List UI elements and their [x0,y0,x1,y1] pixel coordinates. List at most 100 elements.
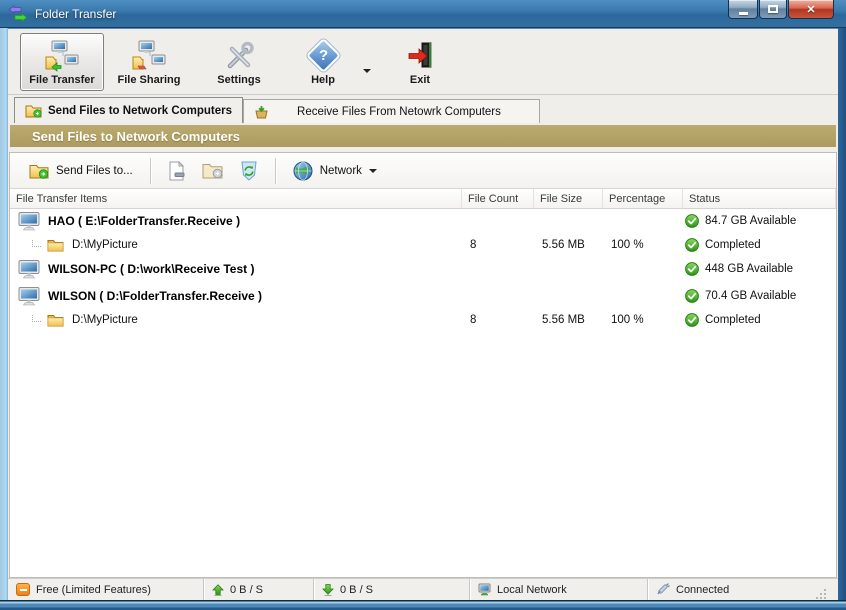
network-status-panel: Local Network [470,579,648,600]
license-badge-icon [16,583,30,596]
send-folder-icon [25,105,42,118]
computer-icon [18,286,40,305]
folder-path: D:\MyPicture [72,239,138,251]
status-bar: Free (Limited Features) 0 B / S 0 B / S [8,578,838,600]
upload-speed-panel: 0 B / S [204,579,314,600]
chevron-down-icon [363,68,371,73]
title-bar: Folder Transfer ✕ [0,0,846,28]
column-header-file-count[interactable]: File Count [462,189,534,208]
minimize-button[interactable] [728,0,758,19]
file-sharing-icon [131,39,167,73]
green-check-icon [685,238,699,252]
toolbar-help-button[interactable]: ? Help [290,33,356,91]
toolbar-label: File Transfer [29,73,95,86]
license-status-panel: Free (Limited Features) [8,579,204,600]
main-toolbar: File Transfer File Sharing Settings ? He… [8,29,838,95]
folder-path: D:\MyPicture [72,314,138,326]
exit-door-icon [405,39,435,73]
remove-file-icon [169,160,185,180]
window-controls: ✕ [727,0,834,19]
network-label: Network [319,164,362,177]
folder-icon [47,314,64,326]
column-header-status[interactable]: Status [683,189,836,208]
status-text: 70.4 GB Available [705,290,797,302]
connection-text: Connected [676,583,730,596]
download-speed-panel: 0 B / S [314,579,470,600]
send-files-to-button[interactable]: Send Files to... [20,158,142,184]
help-dropdown-arrow[interactable] [360,57,374,81]
file-count-cell: 8 [470,239,477,251]
file-size-cell: 5.56 MB [542,314,585,326]
network-text: Local Network [497,583,567,596]
transfer-list: HAO ( E:\FolderTransfer.Receive ) 84.7 G… [10,209,836,577]
table-row-folder[interactable]: D:\MyPicture 8 5.56 MB 100 % Completed [10,233,836,257]
section-header-title: Send Files to Network Computers [32,128,241,144]
minimize-icon [738,11,748,15]
computer-name: WILSON ( D:\FolderTransfer.Receive ) [48,289,263,303]
toolbar-file-transfer-button[interactable]: File Transfer [20,32,104,91]
open-folder-button[interactable] [198,158,228,184]
maximize-button[interactable] [759,0,787,19]
table-header: File Transfer Items File Count File Size… [10,189,836,209]
toolbar-label: File Sharing [117,73,181,86]
app-transfer-icon [8,5,28,22]
download-speed-text: 0 B / S [340,583,374,596]
green-check-icon [685,262,699,276]
upload-arrow-icon [212,583,224,596]
percentage-cell: 100 % [611,314,644,326]
toolbar-settings-button[interactable]: Settings [200,33,278,91]
resize-grip[interactable] [815,588,827,600]
settings-tools-icon [223,39,255,73]
send-files-to-label: Send Files to... [56,164,133,177]
status-text: 448 GB Available [705,263,794,275]
plug-icon [657,583,670,595]
maximize-icon [768,5,778,13]
file-count-cell: 8 [470,314,477,326]
table-row-folder[interactable]: D:\MyPicture 8 5.56 MB 100 % Completed [10,308,836,332]
tab-bar: Send Files to Network Computers Receive … [8,95,838,123]
file-transfer-icon [44,39,80,73]
tab-label: Send Files to Network Computers [48,104,233,117]
computer-icon [18,259,40,278]
column-header-percentage[interactable]: Percentage [603,189,683,208]
green-check-icon [685,313,699,327]
window-title: Folder Transfer [35,6,117,21]
status-text: 84.7 GB Available [705,215,797,227]
folder-go-icon [202,164,223,179]
remove-file-button[interactable] [162,158,192,184]
tree-line [32,313,41,322]
local-network-icon [478,583,491,596]
toolbar-separator [274,157,276,184]
refresh-button[interactable] [234,158,264,184]
close-button[interactable]: ✕ [788,0,834,19]
green-check-icon [685,214,699,228]
status-text: Completed [705,239,761,251]
green-check-icon [685,289,699,303]
window-frame: File Transfer File Sharing Settings ? He… [0,28,846,610]
folder-icon [47,239,64,251]
table-row-computer[interactable]: HAO ( E:\FolderTransfer.Receive ) 84.7 G… [10,209,836,233]
help-question-icon: ? [305,37,341,74]
chevron-down-icon [368,168,377,173]
toolbar-separator [149,157,151,184]
table-row-computer[interactable]: WILSON-PC ( D:\work\Receive Test ) 448 G… [10,257,836,281]
column-header-file-size[interactable]: File Size [534,189,603,208]
file-size-cell: 5.56 MB [542,239,585,251]
toolbar-exit-button[interactable]: Exit [390,33,450,91]
tab-label: Receive Files From Netowrk Computers [297,105,501,118]
computer-icon [18,211,40,230]
table-row-computer[interactable]: WILSON ( D:\FolderTransfer.Receive ) 70.… [10,284,836,308]
download-arrow-icon [322,583,334,596]
toolbar-label: Settings [217,73,261,86]
computer-name: WILSON-PC ( D:\work\Receive Test ) [48,262,255,276]
network-dropdown-button[interactable]: Network [284,156,386,186]
tree-line [32,238,41,247]
refresh-icon [241,161,257,181]
column-header-items[interactable]: File Transfer Items [10,189,462,208]
tab-send-files[interactable]: Send Files to Network Computers [14,97,244,123]
toolbar-file-sharing-button[interactable]: File Sharing [106,33,192,91]
receive-inbox-icon [255,105,268,118]
tab-receive-files[interactable]: Receive Files From Netowrk Computers [243,99,540,123]
close-icon: ✕ [806,3,816,16]
send-folder-icon [29,164,49,179]
